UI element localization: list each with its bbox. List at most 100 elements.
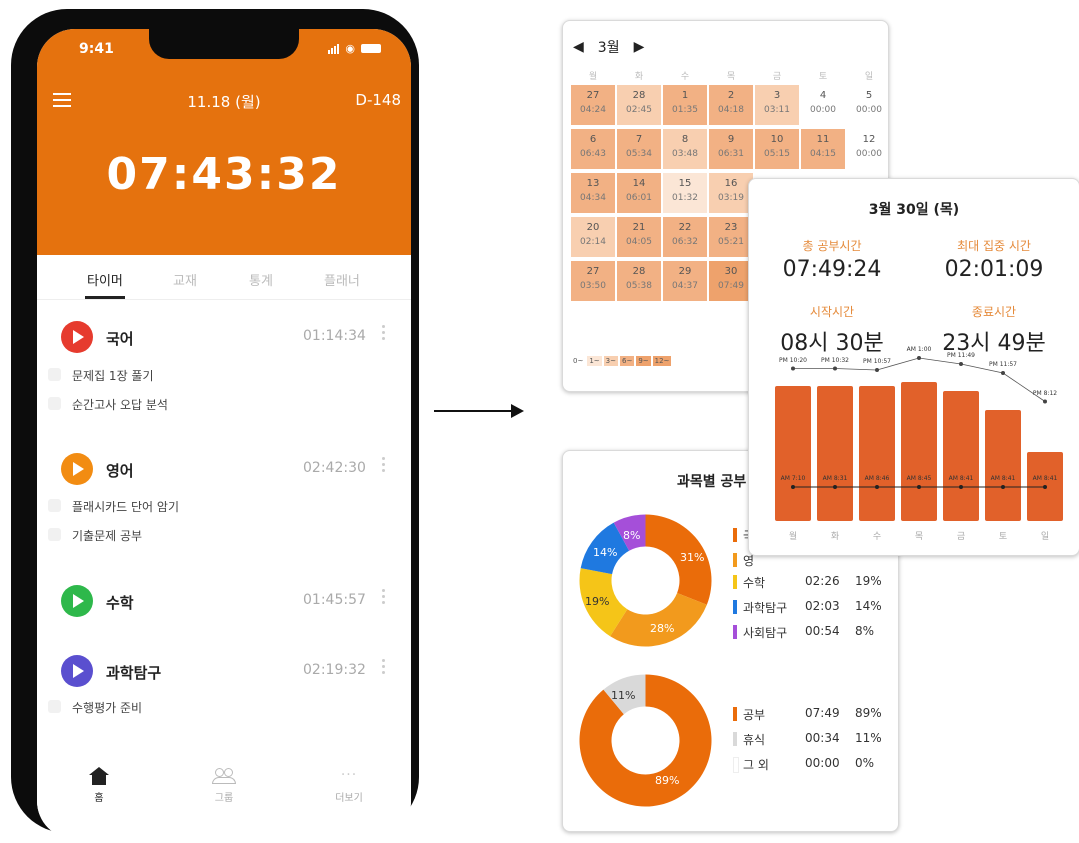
legend-percent: 19%	[855, 574, 882, 588]
calendar-day[interactable]: 15 01:32	[663, 173, 707, 213]
play-icon[interactable]	[61, 321, 93, 353]
day-study-time: 05:34	[626, 149, 652, 159]
subject-name: 국어	[106, 330, 134, 348]
donut-slice[interactable]	[610, 593, 707, 647]
card-title: 과목별 공부	[677, 474, 747, 490]
calendar-day[interactable]: 28 02:45	[617, 85, 661, 125]
calendar-day[interactable]: 6 06:43	[571, 129, 615, 169]
legend-name: 휴식	[743, 733, 766, 747]
home-icon	[89, 767, 109, 785]
more-vertical-icon[interactable]	[382, 325, 385, 343]
donut-slice[interactable]	[579, 674, 712, 807]
legend-swatch: 3~	[603, 356, 618, 366]
calendar-day[interactable]: 11 04:15	[801, 129, 845, 169]
start-time-point	[959, 485, 963, 489]
legend-time: 02:26	[805, 574, 840, 588]
day-study-time: 04:18	[718, 105, 744, 115]
day-number: 11	[816, 134, 830, 145]
calendar-day[interactable]: 13 04:34	[571, 173, 615, 213]
calendar-day[interactable]: 23 05:21	[709, 217, 753, 257]
weekday-label: 토	[818, 72, 828, 82]
calendar-day[interactable]: 29 04:37	[663, 261, 707, 301]
nav-label: 그룹	[214, 793, 234, 804]
day-study-time: 03:19	[718, 193, 744, 203]
tab-planner[interactable]: 플래너	[324, 270, 360, 289]
nav-more[interactable]: ··· 더보기	[319, 767, 379, 804]
nav-home[interactable]: 홈	[69, 767, 129, 804]
play-icon[interactable]	[61, 453, 93, 485]
weekday-label: 화	[634, 72, 644, 82]
day-study-time: 01:35	[672, 105, 698, 115]
calendar-day[interactable]: 21 04:05	[617, 217, 661, 257]
calendar-day[interactable]: 30 07:49	[709, 261, 753, 301]
group-icon	[212, 767, 236, 785]
calendar-day[interactable]: 14 06:01	[617, 173, 661, 213]
calendar-day[interactable]: 9 06:31	[709, 129, 753, 169]
nav-label: 더보기	[335, 793, 363, 804]
todo-item[interactable]: 문제집 1장 풀기	[48, 367, 154, 384]
calendar-day[interactable]: 20 02:14	[571, 217, 615, 257]
chevron-right-icon[interactable]: ▶	[634, 39, 645, 55]
subject-name: 영어	[106, 462, 134, 480]
start-time-point	[791, 485, 795, 489]
todo-item[interactable]: 플래시카드 단어 암기	[48, 498, 179, 515]
start-time-point	[833, 485, 837, 489]
calendar-day[interactable]: 10 05:15	[755, 129, 799, 169]
calendar-day[interactable]: 4 00:00	[801, 85, 845, 125]
day-number: 16	[724, 178, 738, 189]
calendar-day[interactable]: 27 03:50	[571, 261, 615, 301]
tab-textbook[interactable]: 교재	[173, 270, 197, 289]
calendar-day[interactable]: 7 05:34	[617, 129, 661, 169]
todo-item[interactable]: 기출문제 공부	[47, 527, 142, 544]
slice-label: 31%	[680, 551, 705, 564]
calendar-day[interactable]: 12 00:00	[847, 129, 888, 169]
legend-name: 그 외	[743, 758, 769, 772]
day-study-time: 00:00	[856, 105, 882, 115]
subject-time: 02:19:32	[303, 662, 366, 678]
subject-time: 01:45:57	[303, 592, 366, 608]
calendar-day[interactable]: 28 05:38	[617, 261, 661, 301]
day-study-time: 03:50	[580, 281, 606, 291]
day-number: 27	[586, 90, 600, 101]
play-icon[interactable]	[61, 585, 93, 617]
calendar-day[interactable]: 2 04:18	[709, 85, 753, 125]
more-vertical-icon[interactable]	[382, 659, 385, 677]
calendar-day[interactable]: 22 06:32	[663, 217, 707, 257]
day-number: 22	[678, 222, 692, 233]
day-number: 1	[681, 90, 689, 101]
signal-icon	[328, 43, 340, 54]
todo-item[interactable]: 순간고사 오답 분석	[48, 396, 168, 413]
day-number: 6	[589, 134, 597, 145]
subject-time: 02:42:30	[303, 460, 366, 476]
legend-swatch: 9~	[636, 356, 651, 366]
end-time-point	[959, 362, 963, 366]
end-time-point	[917, 356, 921, 360]
day-study-time: 00:00	[810, 105, 836, 115]
calendar-day[interactable]: 8 03:48	[663, 129, 707, 169]
chevron-left-icon[interactable]: ◀	[573, 39, 584, 55]
legend-time: 02:03	[805, 599, 840, 613]
todo-item[interactable]: 수행평가 준비	[47, 699, 142, 716]
phone-mockup: 9:41 ◉ 11.18 (월) D-148 07:43:32 타이머 교재 통…	[11, 9, 419, 839]
end-time-point	[875, 368, 879, 372]
day-detail-card: 3월 30일 (목) 총 공부시간 07:49:24 최대 집중 시간 02:0…	[748, 178, 1079, 556]
legend-time: 00:34	[805, 731, 840, 745]
tab-timer[interactable]: 타이머	[87, 270, 123, 289]
calendar-day[interactable]: 16 03:19	[709, 173, 753, 213]
calendar-day[interactable]: 3 03:11	[755, 85, 799, 125]
day-study-time: 05:15	[764, 149, 790, 159]
tab-stats[interactable]: 통계	[249, 270, 273, 289]
legend-percent: 11%	[855, 731, 882, 745]
dday-counter[interactable]: D-148	[355, 91, 401, 109]
day-number: 21	[632, 222, 646, 233]
play-icon[interactable]	[61, 655, 93, 687]
start-time-point	[875, 485, 879, 489]
calendar-day[interactable]: 5 00:00	[847, 85, 888, 125]
more-vertical-icon[interactable]	[382, 457, 385, 475]
subject-donut-chart	[579, 514, 712, 647]
calendar-day[interactable]: 1 01:35	[663, 85, 707, 125]
more-vertical-icon[interactable]	[382, 589, 385, 607]
nav-group[interactable]: 그룹	[194, 767, 254, 804]
legend-percent: 14%	[855, 599, 882, 613]
calendar-day[interactable]: 27 04:24	[571, 85, 615, 125]
